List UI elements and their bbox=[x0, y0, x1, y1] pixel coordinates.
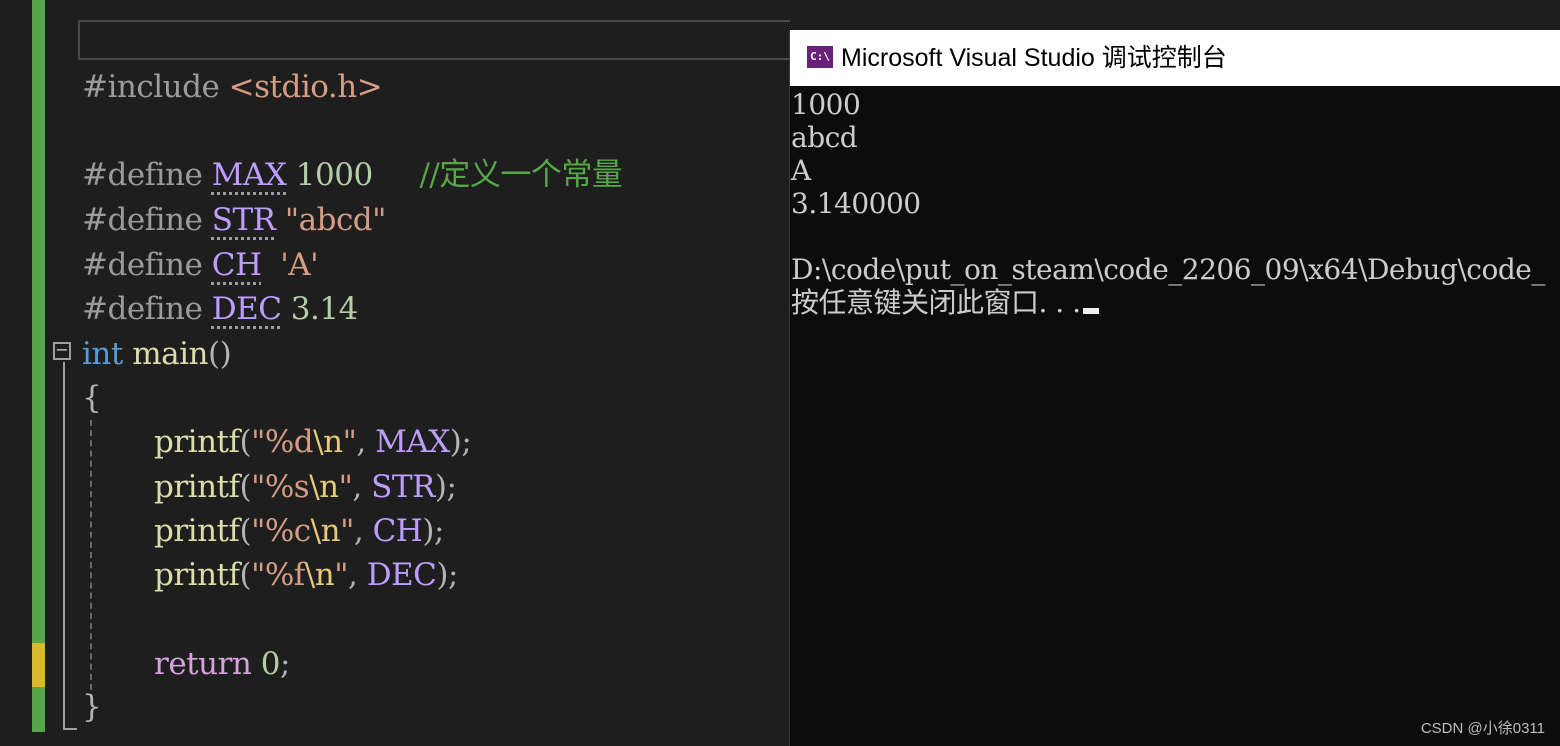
string-quote: " bbox=[342, 424, 357, 460]
console-app-icon: C:\ bbox=[806, 45, 834, 69]
macro-value: 'A' bbox=[280, 247, 319, 283]
code-line-return[interactable]: return 0; bbox=[154, 642, 290, 686]
outline-line bbox=[63, 362, 65, 730]
escape-sequence: \n bbox=[313, 424, 343, 460]
code-line-close-brace[interactable]: } bbox=[82, 685, 102, 729]
format-string: "%f bbox=[251, 557, 305, 593]
function-call: printf bbox=[154, 469, 240, 505]
code-line-define-max[interactable]: #define MAX 1000 //定义一个常量 bbox=[82, 153, 623, 197]
console-output-line: abcd bbox=[791, 121, 858, 154]
macro-name: STR bbox=[211, 202, 276, 238]
screen: #include <stdio.h> #define MAX 1000 //定义… bbox=[0, 0, 1560, 746]
code-line-main[interactable]: int main() bbox=[82, 332, 232, 376]
preprocessor-directive: #define bbox=[82, 247, 203, 283]
format-string: "%s bbox=[251, 469, 310, 505]
collapse-toggle-icon[interactable]: − bbox=[53, 342, 71, 360]
format-string: "%c bbox=[251, 513, 311, 549]
return-keyword: return bbox=[154, 646, 252, 682]
change-indicator-saved bbox=[32, 687, 45, 732]
console-titlebar[interactable]: C:\ Microsoft Visual Studio 调试控制台 bbox=[790, 30, 1560, 86]
string-quote: " bbox=[340, 513, 354, 549]
macro-argument: MAX bbox=[375, 424, 450, 460]
console-prompt-line: 按任意键关闭此窗口. . . bbox=[791, 286, 1099, 319]
console-title: Microsoft Visual Studio 调试控制台 bbox=[841, 44, 1227, 72]
console-prompt-text: 按任意键关闭此窗口. . . bbox=[791, 286, 1081, 319]
watermark: CSDN @小徐0311 bbox=[1420, 720, 1545, 737]
debug-console-window[interactable]: C:\ Microsoft Visual Studio 调试控制台 1000 a… bbox=[789, 30, 1560, 746]
code-line-printf[interactable]: printf("%f\n", DEC); bbox=[154, 553, 458, 597]
escape-sequence: \n bbox=[310, 513, 341, 549]
include-header: <stdio.h> bbox=[228, 69, 383, 105]
code-line-printf[interactable]: printf("%s\n", STR); bbox=[154, 465, 457, 509]
string-quote: " bbox=[338, 469, 353, 505]
format-string: "%d bbox=[251, 424, 314, 460]
preprocessor-directive: #define bbox=[82, 157, 203, 193]
macro-argument: DEC bbox=[366, 557, 437, 593]
code-line-define-str[interactable]: #define STR "abcd" bbox=[82, 198, 386, 242]
code-line-open-brace[interactable]: { bbox=[82, 376, 102, 420]
text-cursor bbox=[1082, 308, 1099, 314]
console-output-line: 3.140000 bbox=[791, 187, 921, 220]
outline-line-end bbox=[63, 728, 77, 730]
code-line-printf[interactable]: printf("%c\n", CH); bbox=[154, 509, 444, 553]
macro-value: 1000 bbox=[295, 157, 373, 193]
macro-argument: STR bbox=[371, 469, 435, 505]
escape-sequence: \n bbox=[304, 557, 335, 593]
macro-value: "abcd" bbox=[284, 202, 387, 238]
macro-name: DEC bbox=[211, 291, 282, 327]
escape-sequence: \n bbox=[309, 469, 339, 505]
function-call: printf bbox=[154, 424, 240, 460]
code-editor[interactable]: #include <stdio.h> #define MAX 1000 //定义… bbox=[0, 0, 790, 746]
macro-name: CH bbox=[211, 247, 262, 283]
type-keyword: int bbox=[82, 336, 123, 372]
change-indicator-unsaved bbox=[32, 643, 45, 687]
preprocessor-directive: #include bbox=[82, 69, 220, 105]
return-value: 0 bbox=[260, 646, 281, 682]
function-call: printf bbox=[154, 513, 240, 549]
preprocessor-directive: #define bbox=[82, 291, 203, 327]
console-output-line: 1000 bbox=[791, 88, 861, 121]
macro-value: 3.14 bbox=[290, 291, 359, 327]
code-line-printf[interactable]: printf("%d\n", MAX); bbox=[154, 420, 472, 464]
string-quote: " bbox=[334, 557, 348, 593]
code-line-define-dec[interactable]: #define DEC 3.14 bbox=[82, 287, 358, 331]
console-output-line: D:\code\put_on_steam\code_2206_09\x64\De… bbox=[791, 253, 1545, 286]
parens: () bbox=[207, 336, 232, 372]
preprocessor-directive: #define bbox=[82, 202, 203, 238]
open-brace: { bbox=[82, 380, 102, 416]
function-name: main bbox=[132, 336, 208, 372]
console-output-line: A bbox=[791, 154, 811, 187]
code-comment: //定义一个常量 bbox=[419, 157, 623, 193]
macro-argument: CH bbox=[372, 513, 423, 549]
find-input-box[interactable] bbox=[78, 20, 790, 60]
code-line-define-ch[interactable]: #define CH 'A' bbox=[82, 243, 319, 287]
close-brace: } bbox=[82, 689, 102, 725]
function-call: printf bbox=[154, 557, 240, 593]
macro-name: MAX bbox=[211, 157, 287, 193]
change-indicator-saved bbox=[32, 0, 45, 643]
indent-guide bbox=[90, 420, 92, 690]
code-line-include[interactable]: #include <stdio.h> bbox=[82, 65, 383, 109]
